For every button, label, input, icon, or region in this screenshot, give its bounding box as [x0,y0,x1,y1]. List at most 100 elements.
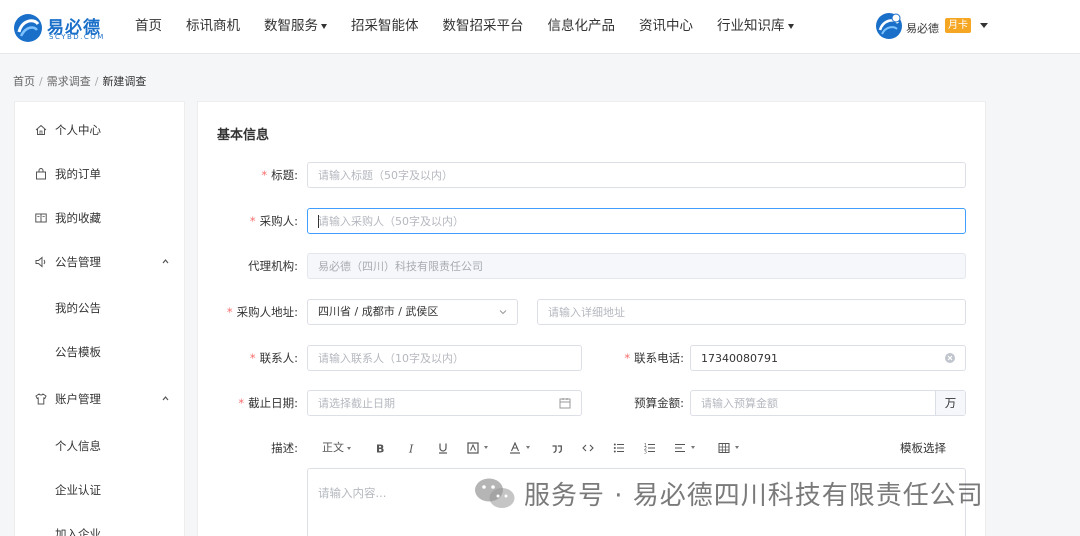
sidebar-item-personal-center[interactable]: 个人中心 [15,120,184,140]
deadline-input[interactable] [308,391,581,415]
region-select[interactable]: 四川省 / 成都市 / 武侯区 [307,299,518,325]
purchaser-label: * 采购人: [249,214,298,228]
breadcrumb: 首页 / 需求调查 / 新建调查 [13,75,147,88]
nav-item-1[interactable]: 标讯商机 [186,0,240,54]
budget-field[interactable]: 万 [690,390,966,416]
nav-item-2[interactable]: 数智服务 [264,0,327,54]
form-panel: 基本信息 *标题: *采购人: 代理机构: *采购人地址: 四川省 / 成都市 … [197,101,986,536]
watermark-text: 服务号 · 易必德四川科技有限责任公司 [524,481,984,511]
svg-text:I: I [408,443,414,455]
svg-text:3: 3 [644,450,647,455]
shirt-icon [35,393,47,405]
phone-label: * 联系电话: [624,351,684,365]
chevron-down-icon [321,23,327,29]
underline-button[interactable] [437,438,449,458]
sidebar-item-announcement-templates[interactable]: 公告模板 [15,342,184,362]
purchaser-input[interactable] [308,209,965,233]
phone-field[interactable] [690,345,966,371]
region-value: 四川省 / 成都市 / 武侯区 [318,305,439,318]
sidebar-item-my-announcements[interactable]: 我的公告 [15,298,184,318]
chevron-down-icon [499,310,507,315]
italic-icon: I [408,443,414,455]
paragraph-format-select[interactable]: 正文 [322,438,351,458]
nav-item-0[interactable]: 首页 [135,0,162,54]
contact-label: * 联系人: [249,351,298,365]
deadline-field[interactable] [307,390,582,416]
title-field[interactable] [307,162,966,188]
numbered-list-button[interactable]: 123 [644,438,656,458]
section-title: 基本信息 [217,128,270,143]
code-icon [582,444,594,452]
nav-item-3[interactable]: 招采智能体 [351,0,419,54]
calendar-icon [559,398,571,409]
top-header: 易必德 SCYBD.COM 首页 标讯商机 数智服务 招采智能体 数智招采平台 信息化产品… [0,0,1080,54]
nav-item-5[interactable]: 信息化产品 [548,0,616,54]
quote-button[interactable] [551,438,563,458]
text-cursor [318,215,319,228]
numbered-list-icon: 123 [644,443,655,455]
address-detail-input[interactable] [538,300,965,324]
budget-unit: 万 [935,391,965,415]
agency-label: 代理机构: [248,259,298,273]
clear-icon[interactable] [944,352,956,364]
font-color-icon [510,442,520,454]
chevron-up-icon [162,259,169,264]
table-icon [718,443,730,453]
sidebar-item-profile[interactable]: 个人信息 [15,436,184,456]
bold-icon: B [376,443,384,455]
template-select-button[interactable]: 模板选择 [900,438,946,458]
chevron-down-icon [980,23,988,28]
speaker-icon [35,256,46,268]
phone-input[interactable] [691,346,965,370]
font-color-button[interactable] [509,438,533,458]
italic-button[interactable]: I [406,438,418,458]
background-color-button[interactable] [467,438,491,458]
chevron-up-icon [162,396,169,401]
breadcrumb-current: 新建调查 [102,75,147,88]
agency-input [308,254,965,278]
user-name: 易必德 [906,22,939,35]
breadcrumb-survey[interactable]: 需求调查 [47,75,91,88]
nav-item-6[interactable]: 资讯中心 [639,0,693,54]
budget-label: 预算金额: [634,396,684,410]
quote-icon [552,445,562,454]
title-label: * 标题: [261,168,298,182]
budget-input[interactable] [691,391,935,415]
avatar [876,13,902,39]
code-button[interactable] [582,438,594,458]
align-left-icon [675,443,685,453]
chevron-down-icon [787,23,794,29]
highlight-icon [467,442,479,454]
sidebar: 个人中心 我的订单 我的收藏 公告管理 我的公告 公告模板 账户管理 个人信息 … [14,101,185,536]
sidebar-item-account[interactable]: 账户管理 [15,389,184,409]
main-nav: 首页 标讯商机 数智服务 招采智能体 数智招采平台 信息化产品 资讯中心 行业知识库 [135,0,818,54]
contact-input[interactable] [308,346,581,370]
agency-field [307,253,966,279]
title-input[interactable] [308,163,965,187]
wechat-icon [475,478,515,508]
contact-field[interactable] [307,345,582,371]
nav-item-7[interactable]: 行业知识库 [717,0,794,54]
sidebar-item-join-company[interactable]: 加入企业 [15,524,184,536]
bold-button[interactable]: B [374,438,386,458]
sidebar-item-announcements[interactable]: 公告管理 [15,252,184,272]
membership-badge: 月卡 [945,18,971,33]
editor-placeholder: 请输入内容... [318,486,387,500]
book-icon [35,213,47,223]
logo-domain: SCYBD.COM [49,33,105,41]
bag-icon [36,168,46,180]
sidebar-item-company-verification[interactable]: 企业认证 [15,480,184,500]
sidebar-item-orders[interactable]: 我的订单 [15,164,184,184]
nav-item-4[interactable]: 数智招采平台 [443,0,524,54]
bullet-list-icon [613,443,624,453]
bullet-list-button[interactable] [613,438,625,458]
breadcrumb-home[interactable]: 首页 [13,75,35,88]
align-button[interactable] [674,438,698,458]
sidebar-item-favorites[interactable]: 我的收藏 [15,208,184,228]
address-detail-field[interactable] [537,299,966,325]
purchaser-field[interactable] [307,208,966,234]
logo-icon [14,14,42,42]
underline-icon [439,443,447,454]
site-logo[interactable]: 易必德 SCYBD.COM [12,10,112,46]
table-button[interactable] [718,438,742,458]
